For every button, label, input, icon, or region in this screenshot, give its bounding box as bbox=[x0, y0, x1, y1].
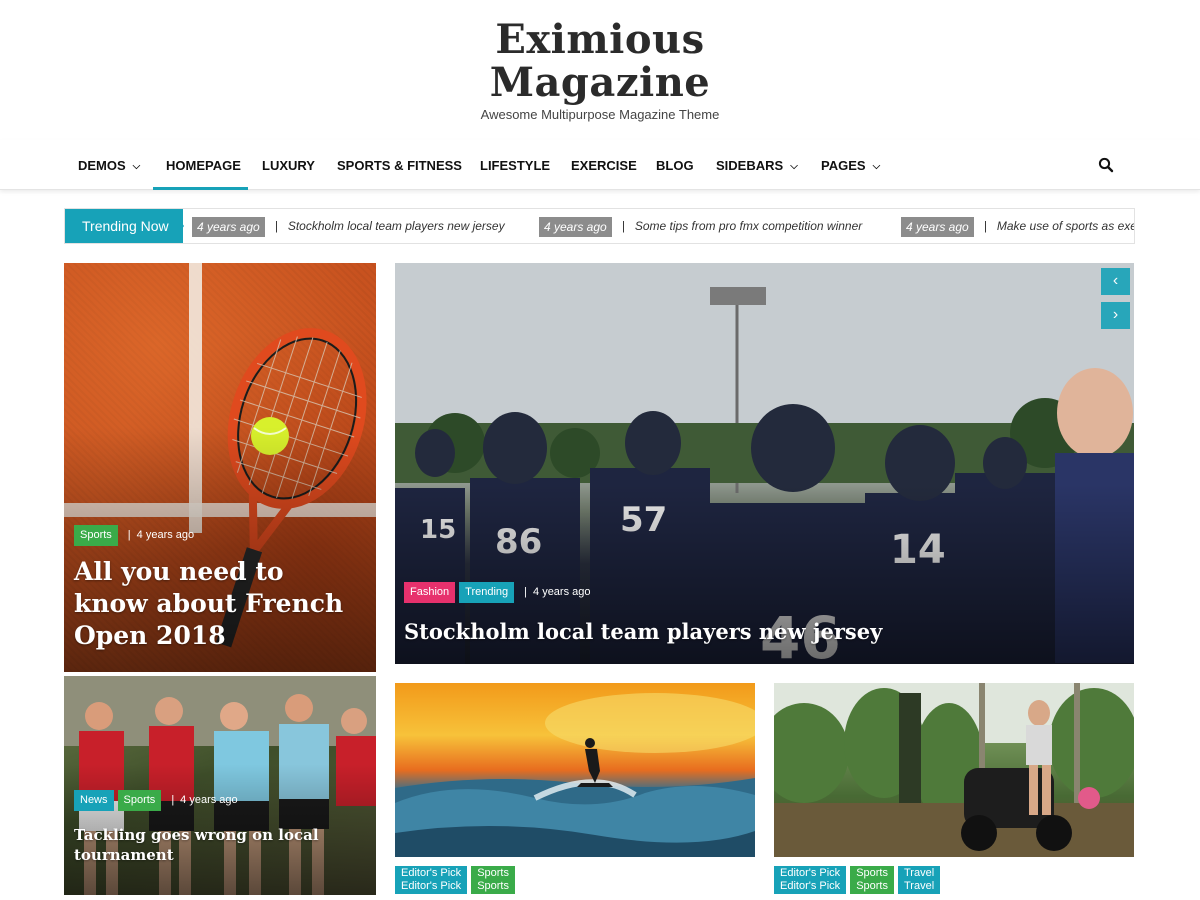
nav-item-label: EXERCISE bbox=[571, 158, 637, 173]
post-card[interactable] bbox=[395, 683, 755, 857]
slider-next-button[interactable]: › bbox=[1101, 302, 1130, 329]
site-title-line2[interactable]: Magazine bbox=[0, 61, 1200, 104]
nav-item-blog[interactable]: BLOG bbox=[656, 140, 694, 190]
tag-label: Editor's Pick bbox=[780, 867, 841, 879]
post-card[interactable]: News Sports | 4 years ago Tackling goes wro… bbox=[64, 676, 376, 895]
nav-item-sports-fitness[interactable]: SPORTS & FITNESS bbox=[337, 140, 462, 190]
chevron-right-icon: › bbox=[1112, 306, 1119, 323]
tag-label: Travel bbox=[903, 880, 935, 892]
category-tag[interactable]: Editor's Pick Editor's Pick bbox=[395, 866, 468, 894]
tag-label: Sports bbox=[856, 880, 888, 892]
post-title[interactable]: Stockholm local team players new jersey bbox=[404, 617, 1104, 647]
chevron-left-icon: ‹ bbox=[1112, 272, 1119, 289]
post-time: 4 years ago bbox=[136, 529, 195, 541]
nav-item-label: BLOG bbox=[656, 158, 694, 173]
site-title-line1[interactable]: Eximious bbox=[0, 18, 1200, 61]
nav-item-label: LUXURY bbox=[262, 158, 315, 173]
nav-item-lifestyle[interactable]: LIFESTYLE bbox=[480, 140, 550, 190]
ticker-item[interactable]: 4 years ago | Some tips from pro fmx compe… bbox=[539, 209, 862, 243]
post-meta: News Sports | 4 years ago bbox=[74, 790, 238, 811]
nav-item-label: LIFESTYLE bbox=[480, 158, 551, 173]
post-image[interactable] bbox=[774, 683, 1134, 857]
ticker-item[interactable]: 4 years ago | Make use of sports as exer bbox=[901, 209, 1134, 243]
tag-label: Sports bbox=[477, 867, 509, 879]
post-time: 4 years ago bbox=[180, 794, 238, 806]
tag-label: Sports bbox=[856, 867, 888, 879]
category-tag[interactable]: Trending bbox=[459, 582, 515, 603]
ticker-time: 4 years ago bbox=[192, 216, 265, 237]
main-navigation: DEMOS ⌵ HOMEPAGE LUXURY SPORTS & FITNESS … bbox=[0, 140, 1200, 190]
featured-slider[interactable]: 86 57 46 14 15 FashionTrending|4 years a… bbox=[395, 263, 1134, 664]
post-tags: Editor's Pick Editor's Pick Sports Sports bbox=[395, 866, 519, 894]
category-tag[interactable]: Sports Sports bbox=[850, 866, 894, 894]
post-title[interactable]: Tackling goes wrong on local tournament bbox=[74, 825, 354, 865]
post-card[interactable] bbox=[774, 683, 1134, 857]
post-image[interactable] bbox=[395, 683, 755, 857]
ticker-time: 4 years ago bbox=[901, 216, 974, 237]
category-tag[interactable]: Travel Travel bbox=[897, 866, 941, 894]
tag-label: Sports bbox=[477, 880, 509, 892]
category-tag[interactable]: Sports Sports bbox=[471, 866, 515, 894]
tag-label: Travel bbox=[903, 867, 935, 879]
tag-label: Editor's Pick bbox=[401, 880, 462, 892]
trending-label: Trending Now bbox=[65, 209, 183, 243]
nav-item-homepage[interactable]: HOMEPAGE bbox=[153, 140, 248, 190]
slider-prev-button[interactable]: ‹ bbox=[1101, 268, 1130, 295]
post-meta: Fashion Trending | 4 years ago bbox=[404, 582, 591, 603]
site-title[interactable]: Eximious Magazine bbox=[0, 18, 1200, 104]
tag-label: Editor's Pick bbox=[780, 880, 841, 892]
category-tag[interactable]: Fashion bbox=[404, 582, 456, 603]
featured-post-card[interactable]: Sports | 4 years ago All you need to know … bbox=[64, 263, 376, 672]
post-title[interactable]: All you need to know about French Open 2… bbox=[74, 556, 364, 652]
chevron-down-icon: ⌵ bbox=[872, 161, 881, 172]
chevron-down-icon: ⌵ bbox=[790, 161, 798, 172]
trending-label-arrow bbox=[172, 209, 184, 243]
category-tag[interactable]: Sports bbox=[117, 790, 162, 811]
post-meta: Sports | 4 years ago bbox=[74, 525, 194, 546]
ticker-title[interactable]: Some tips from pro fmx competition winne… bbox=[635, 219, 862, 233]
nav-item-exercise[interactable]: EXERCISE bbox=[571, 140, 637, 190]
site-tagline: Awesome Multipurpose Magazine Theme bbox=[480, 107, 720, 122]
ticker-title[interactable]: Stockholm local team players new jersey bbox=[288, 219, 505, 233]
post-tags: Editor's Pick Editor's Pick Sports Sports … bbox=[774, 866, 944, 894]
nav-item-luxury[interactable]: LUXURY bbox=[262, 140, 315, 190]
nav-item-label: DEMOS bbox=[78, 158, 126, 173]
nav-item-label: SIDEBARS bbox=[716, 158, 784, 173]
nav-item-label: HOMEPAGE bbox=[166, 158, 241, 173]
category-tag[interactable]: Editor's Pick Editor's Pick bbox=[774, 866, 847, 894]
ticker-item[interactable]: 4 years ago | Stockholm local team players… bbox=[192, 209, 505, 243]
site-header: Eximious Magazine Awesome Multipurpose M… bbox=[0, 0, 1200, 140]
trending-ticker: Trending Now 4 years ago | Stockholm local… bbox=[64, 208, 1135, 244]
category-tag[interactable]: News bbox=[74, 790, 114, 811]
category-tag[interactable]: Sports bbox=[74, 525, 118, 546]
ticker-time: 4 years ago bbox=[539, 216, 612, 237]
nav-item-label: SPORTS & FITNESS bbox=[337, 158, 462, 173]
nav-item-sidebars[interactable]: SIDEBARS ⌵ bbox=[716, 140, 798, 190]
search-icon[interactable] bbox=[1098, 157, 1114, 173]
tag-label: Editor's Pick bbox=[401, 867, 462, 879]
ticker-title[interactable]: Make use of sports as exer bbox=[997, 219, 1134, 233]
nav-item-label: PAGES bbox=[821, 158, 866, 173]
nav-item-pages[interactable]: PAGES ⌵ bbox=[821, 140, 880, 190]
post-time: 4 years ago bbox=[533, 586, 591, 598]
chevron-down-icon: ⌵ bbox=[132, 161, 141, 172]
nav-item-demos[interactable]: DEMOS ⌵ bbox=[78, 140, 140, 190]
